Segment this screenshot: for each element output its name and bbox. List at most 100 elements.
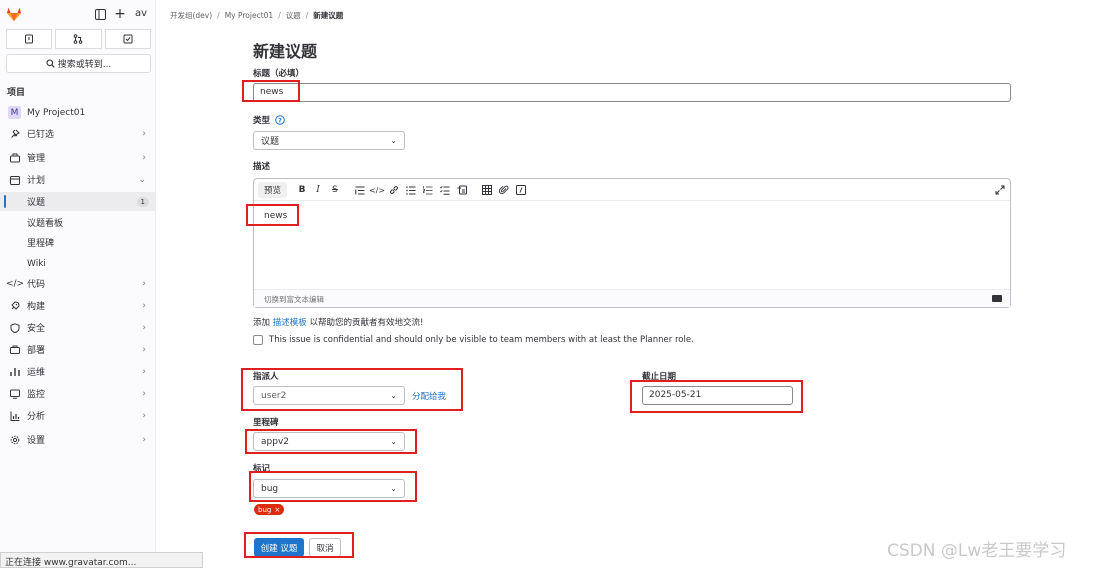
sidebar-header: + av <box>0 0 156 28</box>
todo-shortcut-button[interactable] <box>104 29 151 49</box>
description-label: 描述 <box>253 162 271 172</box>
type-select-value: 议题 <box>261 137 280 147</box>
sidebar-item-issue-boards[interactable]: 议题看板 <box>0 213 156 232</box>
chevron-down-icon: ⌄ <box>138 174 146 185</box>
code-icon[interactable]: </> <box>369 184 385 196</box>
issues-icon <box>25 34 34 44</box>
help-icon[interactable]: ? <box>275 115 285 125</box>
due-date-input[interactable]: 2025-05-21 <box>642 386 793 405</box>
sidebar-item-label: My Project01 <box>27 107 86 118</box>
gear-icon <box>10 435 20 445</box>
sidebar-item-label: 部署 <box>27 346 46 356</box>
description-text[interactable]: news <box>264 211 287 221</box>
sidebar-item-monitor[interactable]: 监控 › <box>0 384 156 403</box>
switch-rich-text-link[interactable]: 切换到富文本编辑 <box>264 295 324 304</box>
issues-count-badge: 1 <box>136 196 149 207</box>
collapsible-icon[interactable] <box>456 184 468 196</box>
bold-icon[interactable]: B <box>296 184 308 196</box>
sidebar-item-label: 设置 <box>27 436 46 446</box>
table-icon[interactable] <box>481 184 493 196</box>
issues-shortcut-button[interactable] <box>6 29 53 49</box>
rocket-icon <box>10 300 20 311</box>
operate-icon <box>10 367 20 377</box>
sidebar-item-plan[interactable]: 计划 ⌄ <box>0 170 156 189</box>
numbered-list-icon[interactable] <box>422 184 434 196</box>
sidebar-item-label: 代码 <box>27 280 46 290</box>
sidebar-item-security[interactable]: 安全 › <box>0 318 156 337</box>
milestone-select-value: appv2 <box>261 436 289 447</box>
hint-suffix: 以帮助您的贡献者有效地交流! <box>309 318 424 328</box>
confidential-checkbox[interactable] <box>253 335 263 345</box>
chevron-right-icon: › <box>142 322 146 333</box>
todo-icon <box>123 34 133 44</box>
chevron-right-icon: › <box>142 344 146 355</box>
assignee-select[interactable]: user2 ⌄ <box>253 386 405 405</box>
sidebar-item-code[interactable]: </> 代码 › <box>0 274 156 293</box>
pin-icon <box>10 129 20 139</box>
type-select[interactable]: 议题 ⌄ <box>253 131 405 150</box>
bulleted-quote-icon[interactable] <box>354 184 366 196</box>
create-issue-button[interactable]: 创建 议题 <box>254 538 304 557</box>
bullet-list-icon[interactable] <box>405 184 417 196</box>
attachment-icon[interactable] <box>498 184 510 196</box>
chart-icon <box>10 411 20 421</box>
title-label: 标题（必填） <box>253 69 305 79</box>
milestone-select[interactable]: appv2 ⌄ <box>253 432 405 451</box>
breadcrumb-separator: / <box>217 11 220 20</box>
sidebar-item-wiki[interactable]: Wiki <box>0 254 156 273</box>
sidebar-item-manage[interactable]: 管理 › <box>0 148 156 167</box>
sidebar-item-pinned[interactable]: 已钉选 › <box>0 124 156 143</box>
project-avatar: M <box>8 106 21 119</box>
cancel-button[interactable]: 取消 <box>309 538 341 557</box>
strikethrough-icon[interactable]: S <box>329 184 341 196</box>
type-label: 类型 <box>253 116 271 126</box>
label-tag-text: bug <box>258 505 272 514</box>
markdown-icon <box>992 295 1002 302</box>
assignee-label: 指派人 <box>253 372 279 382</box>
chevron-down-icon: ⌄ <box>390 391 397 400</box>
sidebar-item-label: 计划 <box>27 176 46 186</box>
toggle-sidebar-icon[interactable] <box>93 7 107 21</box>
preview-tab[interactable]: 预览 <box>258 182 288 198</box>
shield-icon <box>10 322 20 333</box>
sidebar-item-label: 分析 <box>27 412 46 422</box>
sidebar-item-analyze[interactable]: 分析 › <box>0 406 156 425</box>
breadcrumb-current: 新建议题 <box>313 11 344 20</box>
chevron-right-icon: › <box>142 300 146 311</box>
gitlab-logo-icon[interactable] <box>6 6 22 22</box>
title-input[interactable]: news <box>253 83 1011 102</box>
labels-select[interactable]: bug ⌄ <box>253 479 405 498</box>
merge-requests-shortcut-button[interactable] <box>55 29 102 49</box>
sidebar-item-label: 运维 <box>27 368 46 378</box>
user-avatar[interactable]: av <box>135 8 147 19</box>
sidebar-item-label: 管理 <box>27 154 46 164</box>
sidebar-item-settings[interactable]: 设置 › <box>0 430 156 449</box>
sidebar-item-issues[interactable]: 议题 1 <box>0 192 156 211</box>
quick-actions-icon[interactable] <box>515 184 527 196</box>
task-list-icon[interactable] <box>439 184 451 196</box>
italic-icon[interactable]: I <box>312 184 324 196</box>
page-title: 新建议题 <box>253 42 318 61</box>
sidebar-item-operate[interactable]: 运维 › <box>0 362 156 381</box>
plus-icon[interactable]: + <box>113 6 127 22</box>
remove-label-icon[interactable]: × <box>274 506 280 514</box>
breadcrumb-project[interactable]: My Project01 <box>225 11 274 20</box>
sidebar-section-title: 项目 <box>7 88 26 98</box>
deploy-icon <box>10 345 20 355</box>
type-label-row: 类型 ? <box>253 114 285 126</box>
sidebar-item-milestones[interactable]: 里程碑 <box>0 233 156 252</box>
labels-select-value: bug <box>261 483 279 494</box>
sidebar-item-build[interactable]: 构建 › <box>0 296 156 315</box>
link-icon[interactable] <box>388 184 400 196</box>
breadcrumb-group[interactable]: 开发组(dev) <box>170 10 212 21</box>
confidential-label: This issue is confidential and should on… <box>269 335 694 345</box>
description-template-link[interactable]: 描述模板 <box>273 318 307 328</box>
hint-prefix: 添加 <box>253 318 271 328</box>
sidebar-item-project[interactable]: M My Project01 <box>0 103 156 122</box>
sidebar-item-deploy[interactable]: 部署 › <box>0 340 156 359</box>
search-button[interactable]: 搜索或转到... <box>6 54 151 73</box>
editor-toolbar: 预览 B I S </> <box>254 179 1010 201</box>
assign-to-me-link[interactable]: 分配给我 <box>412 390 446 402</box>
fullscreen-icon[interactable] <box>994 184 1006 196</box>
breadcrumb-issues[interactable]: 议题 <box>286 10 301 21</box>
